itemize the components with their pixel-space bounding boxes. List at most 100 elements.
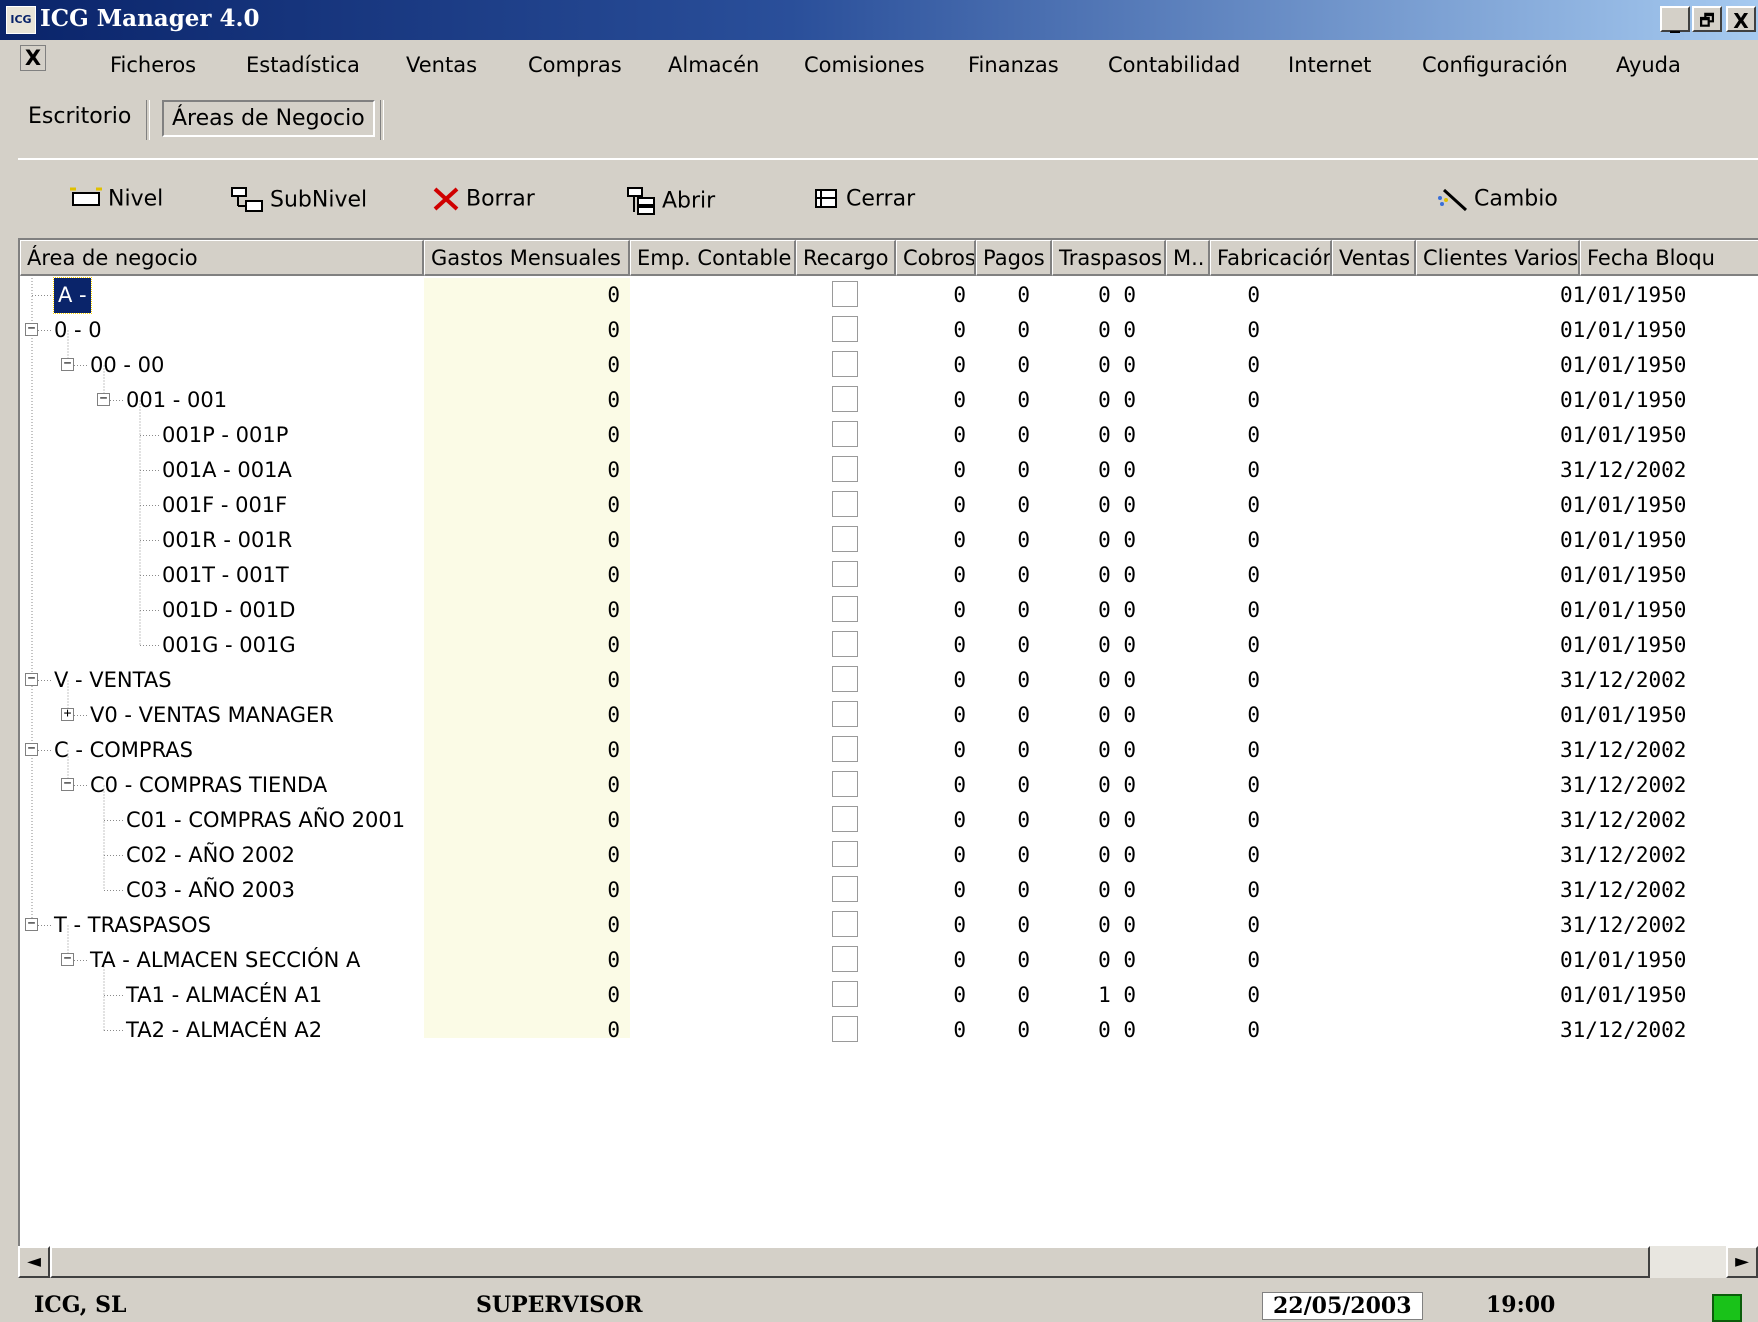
recargo-checkbox[interactable] [832, 351, 858, 377]
recargo-checkbox[interactable] [832, 596, 858, 622]
menu-compras[interactable]: Compras [528, 53, 622, 77]
col-ventas[interactable]: Ventas [1332, 240, 1416, 276]
col-fabricacion[interactable]: Fabricación [1210, 240, 1332, 276]
area-name[interactable]: 0 - 0 [54, 313, 102, 348]
recargo-checkbox[interactable] [832, 946, 858, 972]
col-clientes-varios[interactable]: Clientes Varios [1416, 240, 1580, 276]
tree-row[interactable]: − 0 - 0 0 0 0 0 0 0 01/01/1950 [20, 313, 1758, 348]
area-name[interactable]: 001R - 001R [162, 523, 292, 558]
tree-row[interactable]: TA1 - ALMACÉN A1 0 0 0 1 0 0 01/01/1950 [20, 978, 1758, 1013]
area-name[interactable]: TA - ALMACEN SECCIÓN A [90, 943, 360, 978]
menu-ficheros[interactable]: Ficheros [110, 53, 196, 77]
area-name[interactable]: 00 - 00 [90, 348, 164, 383]
recargo-checkbox[interactable] [832, 491, 858, 517]
menu-ayuda[interactable]: Ayuda [1616, 53, 1681, 77]
cerrar-button[interactable]: Cerrar [814, 186, 915, 218]
menu-comisiones[interactable]: Comisiones [804, 53, 925, 77]
area-name[interactable]: C03 - AÑO 2003 [126, 873, 295, 908]
recargo-checkbox[interactable] [832, 456, 858, 482]
recargo-checkbox[interactable] [832, 421, 858, 447]
recargo-checkbox[interactable] [832, 771, 858, 797]
borrar-button[interactable]: Borrar [432, 186, 535, 218]
area-name[interactable]: V - VENTAS [54, 663, 172, 698]
area-name[interactable]: C01 - COMPRAS AÑO 2001 [126, 803, 405, 838]
close-window-button[interactable]: X [1726, 6, 1756, 33]
area-name[interactable]: T - TRASPASOS [54, 908, 211, 943]
tree-row[interactable]: A - 0 0 0 0 0 0 01/01/1950 [20, 277, 1758, 314]
tree-row[interactable]: 001D - 001D 0 0 0 0 0 0 01/01/1950 [20, 593, 1758, 628]
nivel-button[interactable]: Nivel [70, 186, 163, 218]
tree-row[interactable]: − V - VENTAS 0 0 0 0 0 0 31/12/2002 [20, 663, 1758, 698]
recargo-checkbox[interactable] [832, 631, 858, 657]
tree-row[interactable]: C03 - AÑO 2003 0 0 0 0 0 0 31/12/2002 [20, 873, 1758, 908]
area-name[interactable]: 001D - 001D [162, 593, 295, 628]
scroll-thumb[interactable] [50, 1246, 1650, 1278]
tab-areas-de-negocio[interactable]: Áreas de Negocio [162, 100, 375, 137]
scroll-left-icon[interactable]: ◄ [18, 1246, 50, 1278]
tab-escritorio[interactable]: Escritorio [20, 100, 139, 133]
recargo-checkbox[interactable] [832, 911, 858, 937]
collapse-node-icon[interactable]: − [97, 392, 110, 406]
cambio-button[interactable]: Cambio [1436, 186, 1558, 218]
tree-row[interactable]: + V0 - VENTAS MANAGER 0 0 0 0 0 0 01/01/1950 [20, 698, 1758, 733]
collapse-node-icon[interactable]: − [61, 777, 74, 791]
area-name[interactable]: 001P - 001P [162, 418, 288, 453]
col-gastos-mensuales[interactable]: Gastos Mensuales [424, 240, 630, 276]
subnivel-button[interactable]: SubNivel [230, 186, 367, 218]
col-traspasos[interactable]: Traspasos [1052, 240, 1166, 276]
collapse-node-icon[interactable]: − [25, 917, 38, 931]
area-name[interactable]: A - [53, 277, 92, 314]
tree-row[interactable]: 001P - 001P 0 0 0 0 0 0 01/01/1950 [20, 418, 1758, 453]
area-name[interactable]: C02 - AÑO 2002 [126, 838, 295, 873]
tree-row[interactable]: − T - TRASPASOS 0 0 0 0 0 0 31/12/2002 [20, 908, 1758, 943]
menu-internet[interactable]: Internet [1288, 53, 1371, 77]
col-pagos[interactable]: Pagos [976, 240, 1052, 276]
collapse-node-icon[interactable]: − [25, 742, 38, 756]
recargo-checkbox[interactable] [832, 316, 858, 342]
col-cobros[interactable]: Cobros [896, 240, 976, 276]
restore-button[interactable]: 🗗 [1692, 6, 1722, 32]
col-recargo[interactable]: Recargo [796, 240, 896, 276]
area-name[interactable]: 001A - 001A [162, 453, 292, 488]
tree-row[interactable]: 001A - 001A 0 0 0 0 0 0 31/12/2002 [20, 453, 1758, 488]
col-emp-contable[interactable]: Emp. Contable [630, 240, 796, 276]
tree-row[interactable]: 001F - 001F 0 0 0 0 0 0 01/01/1950 [20, 488, 1758, 523]
collapse-node-icon[interactable]: − [25, 322, 38, 336]
col-m[interactable]: M.. [1166, 240, 1210, 276]
collapse-node-icon[interactable]: − [61, 952, 74, 966]
tree-row[interactable]: − 00 - 00 0 0 0 0 0 0 01/01/1950 [20, 348, 1758, 383]
area-name[interactable]: C - COMPRAS [54, 733, 193, 768]
area-name[interactable]: 001 - 001 [126, 383, 227, 418]
collapse-node-icon[interactable]: − [25, 672, 38, 686]
menu-ventas[interactable]: Ventas [406, 53, 477, 77]
area-name[interactable]: 001F - 001F [162, 488, 287, 523]
recargo-checkbox[interactable] [832, 561, 858, 587]
recargo-checkbox[interactable] [832, 281, 858, 307]
menu-configuracion[interactable]: Configuración [1422, 53, 1568, 77]
area-name[interactable]: 001T - 001T [162, 558, 289, 593]
tree-row[interactable]: − 001 - 001 0 0 0 0 0 0 01/01/1950 [20, 383, 1758, 418]
tree-row[interactable]: 001G - 001G 0 0 0 0 0 0 01/01/1950 [20, 628, 1758, 663]
menu-almacen[interactable]: Almacén [668, 53, 759, 77]
tree-row[interactable]: C02 - AÑO 2002 0 0 0 0 0 0 31/12/2002 [20, 838, 1758, 873]
close-document-icon[interactable]: X [20, 45, 46, 71]
area-name[interactable]: TA1 - ALMACÉN A1 [126, 978, 322, 1013]
recargo-checkbox[interactable] [832, 981, 858, 1007]
recargo-checkbox[interactable] [832, 526, 858, 552]
tree-row[interactable]: − TA - ALMACEN SECCIÓN A 0 0 0 0 0 0 01/01/1950 [20, 943, 1758, 978]
recargo-checkbox[interactable] [832, 841, 858, 867]
menu-contabilidad[interactable]: Contabilidad [1108, 53, 1240, 77]
tree-row[interactable]: − C - COMPRAS 0 0 0 0 0 0 31/12/2002 [20, 733, 1758, 768]
recargo-checkbox[interactable] [832, 701, 858, 727]
tree-row[interactable]: 001R - 001R 0 0 0 0 0 0 01/01/1950 [20, 523, 1758, 558]
recargo-checkbox[interactable] [832, 666, 858, 692]
area-name[interactable]: TA2 - ALMACÉN A2 [126, 1013, 322, 1048]
area-name[interactable]: C0 - COMPRAS TIENDA [90, 768, 327, 803]
menu-finanzas[interactable]: Finanzas [968, 53, 1059, 77]
recargo-checkbox[interactable] [832, 386, 858, 412]
tree-row[interactable]: C01 - COMPRAS AÑO 2001 0 0 0 0 0 0 31/12/2002 [20, 803, 1758, 838]
recargo-checkbox[interactable] [832, 876, 858, 902]
col-fecha-bloqueo[interactable]: Fecha Bloqu [1580, 240, 1758, 276]
collapse-node-icon[interactable]: − [61, 357, 74, 371]
tree-row[interactable]: − C0 - COMPRAS TIENDA 0 0 0 0 0 0 31/12/2002 [20, 768, 1758, 803]
